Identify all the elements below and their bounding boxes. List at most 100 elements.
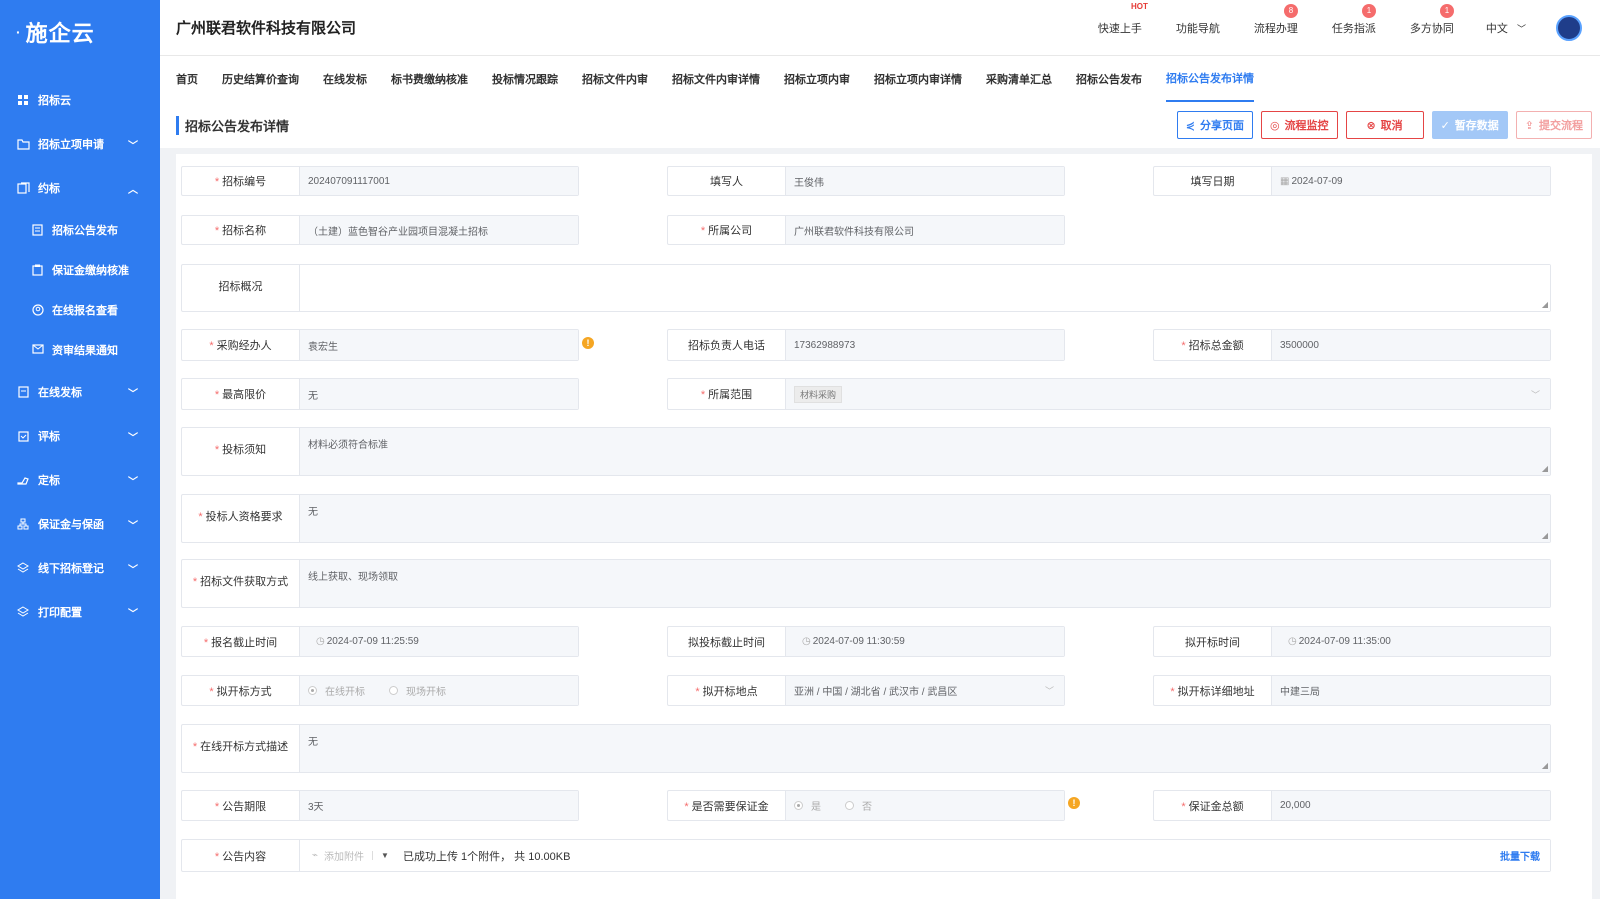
sidebar-item-online-bid[interactable]: 在线发标 ﹀	[0, 370, 160, 414]
open-addr-input[interactable]: 中建三局	[1272, 676, 1550, 705]
notice-textarea[interactable]: 材料必须符合标准	[300, 428, 1550, 475]
total-input[interactable]: 3500000	[1272, 330, 1550, 360]
company-input[interactable]: 广州联君软件科技有限公司	[786, 216, 1064, 244]
sidebar-item-project-apply[interactable]: 招标立项申请 ﹀	[0, 122, 160, 166]
quick-start-link[interactable]: HOT 快速上手	[1098, 2, 1148, 36]
grid-icon	[16, 93, 30, 107]
share-page-button[interactable]: ⋞ 分享页面	[1176, 111, 1253, 139]
radio-onsite[interactable]: 现场开标	[389, 683, 446, 698]
sidebar-subitem-online-signup[interactable]: 在线报名查看	[0, 290, 160, 330]
tab-history-price[interactable]: 历史结算价查询	[222, 56, 299, 102]
clock-icon: ◷	[802, 636, 811, 647]
save-draft-button[interactable]: ✓ 暂存数据	[1431, 111, 1508, 139]
radio-no[interactable]: 否	[845, 798, 872, 813]
sidebar-subitem-label: 保证金缴纳核准	[52, 265, 129, 277]
agent-input[interactable]: 袁宏生	[300, 330, 578, 360]
bid-no-input[interactable]: 202407091117001	[300, 167, 578, 195]
field-label: * 采购经办人	[182, 330, 300, 360]
cancel-button[interactable]: ⊗ 取消	[1345, 111, 1424, 139]
layers-icon	[16, 561, 30, 575]
language-select[interactable]: 中文 ﹀	[1486, 20, 1526, 36]
reg-end-input[interactable]: ◷ 2024-07-09 11:25:59	[300, 627, 578, 656]
sidebar-subitem-qualify-notice[interactable]: 资审结果通知	[0, 330, 160, 370]
chevron-down-icon: ﹀	[128, 608, 138, 620]
open-time-input[interactable]: ◷ 2024-07-09 11:35:00	[1272, 627, 1550, 656]
sidebar-item-yuebiao[interactable]: 约标 ︿	[0, 166, 160, 210]
tab-fee-approve[interactable]: 标书费缴纳核准	[391, 56, 468, 102]
sidebar-item-label: 定标	[38, 475, 60, 487]
warning-icon[interactable]: !	[582, 337, 594, 349]
sidebar-item-print-config[interactable]: 打印配置 ﹀	[0, 590, 160, 634]
chevron-down-icon: ﹀	[1530, 389, 1540, 400]
tab-bid-track[interactable]: 投标情况跟踪	[492, 56, 558, 102]
sidebar-subitem-label: 招标公告发布	[52, 225, 118, 237]
tab-project-review-detail[interactable]: 招标立项内审详情	[874, 56, 962, 102]
tab-doc-review-detail[interactable]: 招标文件内审详情	[672, 56, 760, 102]
attachment-dropdown-icon[interactable]: ▼	[372, 851, 389, 860]
warning-icon[interactable]: !	[1068, 797, 1080, 809]
open-time-value: 2024-07-09 11:35:00	[1298, 636, 1391, 647]
obtain-textarea[interactable]: 线上获取、现场领取	[300, 560, 1550, 607]
label-text: 招标名称	[222, 225, 267, 237]
tab-home[interactable]: 首页	[176, 56, 198, 102]
overview-textarea[interactable]	[300, 265, 1550, 311]
add-attachment-button[interactable]: 添加附件	[324, 848, 364, 863]
tab-notice-publish-detail[interactable]: 招标公告发布详情	[1166, 56, 1254, 102]
sidebar-item-zhaobiaoyun[interactable]: 招标云	[0, 78, 160, 122]
online-desc-textarea[interactable]: 无	[300, 725, 1550, 772]
field-label: 拟投标截止时间	[668, 627, 786, 656]
tab-doc-review[interactable]: 招标文件内审	[582, 56, 648, 102]
tab-notice-publish[interactable]: 招标公告发布	[1076, 56, 1142, 102]
date-input[interactable]: ▦ 2024-07-09	[1272, 167, 1550, 195]
period-input[interactable]: 3天	[300, 791, 578, 820]
mail-icon	[32, 343, 45, 357]
radio-online[interactable]: 在线开标	[308, 683, 365, 698]
attachment-area: ⌁ 添加附件 ▼ 已成功上传 1个附件， 共 10.00KB 批量下载	[300, 840, 1550, 871]
bid-name-input[interactable]: （土建）蓝色智谷产业园项目混凝土招标	[300, 216, 578, 244]
tab-project-review[interactable]: 招标立项内审	[784, 56, 850, 102]
writer-input[interactable]: 王俊伟	[786, 167, 1064, 195]
task-assign-link[interactable]: 1 任务指派	[1332, 3, 1376, 36]
submit-flow-button[interactable]: ⇪ 提交流程	[1515, 111, 1592, 139]
field-label: * 投标人资格要求	[182, 495, 300, 542]
field-reg-end: * 报名截止时间 ◷ 2024-07-09 11:25:59	[181, 626, 579, 657]
sidebar-subitem-deposit-approve[interactable]: 保证金缴纳核准	[0, 250, 160, 290]
phone-input[interactable]: 17362988973	[786, 330, 1064, 360]
resize-handle-icon[interactable]: ◢	[1542, 464, 1548, 473]
flow-monitor-button[interactable]: ◎ 流程监控	[1260, 111, 1338, 139]
tab-purchase-summary[interactable]: 采购清单汇总	[986, 56, 1052, 102]
scope-select[interactable]: 材料采购 ﹀	[786, 379, 1550, 409]
max-price-input[interactable]: 无	[300, 379, 578, 409]
open-place-select[interactable]: 亚洲 / 中国 / 湖北省 / 武汉市 / 武昌区 ﹀	[786, 676, 1064, 705]
chevron-down-icon: ﹀	[128, 388, 138, 400]
org-icon	[16, 517, 30, 531]
collab-link[interactable]: 1 多方协同	[1410, 3, 1454, 36]
bid-end-input[interactable]: ◷ 2024-07-09 11:30:59	[786, 627, 1064, 656]
sidebar-item-evaluate[interactable]: 评标 ﹀	[0, 414, 160, 458]
page-title: 招标公告发布详情	[176, 115, 1177, 135]
sidebar-item-award[interactable]: 定标 ﹀	[0, 458, 160, 502]
deposit-total-input[interactable]: 20,000	[1272, 791, 1550, 820]
field-content: * 公告内容 ⌁ 添加附件 ▼ 已成功上传 1个附件， 共 10.00KB 批量下…	[181, 839, 1551, 872]
form-panel: * 招标编号 202407091117001 填写人 王俊伟 填写日期 ▦ 2024…	[176, 154, 1592, 899]
sidebar-item-deposit-guarantee[interactable]: 保证金与保函 ﹀	[0, 502, 160, 546]
field-label: 填写日期	[1154, 167, 1272, 195]
sidebar-subitem-notice-publish[interactable]: 招标公告发布	[0, 210, 160, 250]
chevron-down-icon: ﹀	[128, 564, 138, 576]
label-text: 拟开标地点	[702, 685, 758, 698]
resize-handle-icon[interactable]: ◢	[1542, 300, 1548, 309]
resize-handle-icon[interactable]: ◢	[1542, 531, 1548, 540]
chevron-down-icon: ﹀	[128, 520, 138, 532]
flow-handle-link[interactable]: 8 流程办理	[1254, 3, 1298, 36]
hot-badge: HOT	[1131, 1, 1148, 11]
sidebar-item-offline-register[interactable]: 线下招标登记 ﹀	[0, 546, 160, 590]
qualification-textarea[interactable]: 无	[300, 495, 1550, 542]
batch-download-link[interactable]: 批量下载	[1500, 848, 1540, 863]
folder-icon	[16, 137, 30, 151]
avatar[interactable]	[1556, 14, 1582, 41]
logo[interactable]: · 施企云	[0, 0, 160, 64]
function-nav-link[interactable]: 功能导航	[1176, 20, 1220, 36]
radio-yes[interactable]: 是	[794, 798, 821, 813]
resize-handle-icon[interactable]: ◢	[1542, 761, 1548, 770]
tab-online-bid[interactable]: 在线发标	[323, 56, 367, 102]
